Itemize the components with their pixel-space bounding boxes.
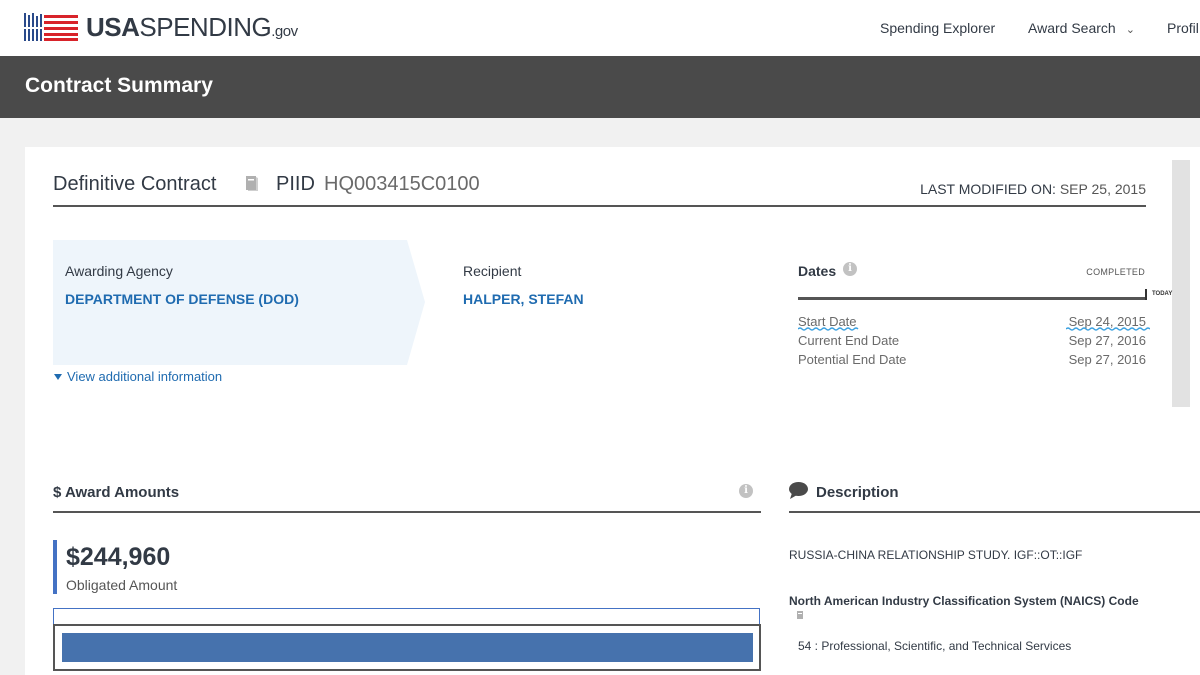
speech-bubble-icon (789, 482, 808, 499)
date-label: Current End Date (798, 333, 900, 348)
page-title-bar: Contract Summary (0, 56, 1200, 118)
award-amount-bar-fill (62, 633, 753, 662)
naics-label: North American Industry Classification S… (789, 594, 1139, 608)
obligated-amount-label: Obligated Amount (66, 577, 178, 593)
description-header: Description (789, 478, 1200, 513)
last-modified-label: LAST MODIFIED ON: (920, 181, 1056, 197)
award-header: Definitive Contract PIID HQ003415C0100 L… (53, 170, 1146, 207)
obligated-amount-value: $244,960 (66, 543, 171, 571)
timeline-today-label: TODAY (1152, 291, 1173, 297)
view-additional-info-toggle[interactable]: View additional information (53, 369, 222, 384)
triangle-down-icon (54, 374, 62, 381)
last-modified-value: SEP 25, 2015 (1059, 181, 1146, 197)
awarding-agency-label: Awarding Agency (65, 263, 173, 279)
piid-label: PIID (276, 173, 315, 195)
date-value: Sep 27, 2016 (1068, 352, 1146, 367)
awarding-agency-link[interactable]: DEPARTMENT OF DEFENSE (DOD) (65, 291, 299, 307)
description-title: Description (816, 484, 899, 501)
award-amounts-header: $ Award Amounts i (53, 478, 761, 513)
description-text: RUSSIA-CHINA RELATIONSHIP STUDY. IGF::OT… (789, 548, 1083, 562)
top-navigation: USASPENDING.gov Spending Explorer Award … (0, 0, 1200, 56)
chevron-down-icon: ⌄ (1125, 24, 1135, 36)
last-modified: LAST MODIFIED ON: SEP 25, 2015 (920, 181, 1146, 197)
date-label: Potential End Date (798, 352, 907, 367)
book-icon[interactable] (244, 174, 260, 192)
recipient-label: Recipient (463, 263, 522, 279)
page-title: Contract Summary (25, 74, 213, 97)
book-icon[interactable] (796, 610, 805, 620)
dates-status: COMPLETED (1086, 267, 1145, 277)
obligated-amount-block: $244,960 Obligated Amount (53, 540, 253, 594)
recipient-link[interactable]: HALPER, STEFAN (463, 291, 584, 307)
piid-value: HQ003415C0100 (324, 173, 480, 195)
date-row-current-end: Current End Date Sep 27, 2016 (798, 333, 1146, 351)
scrollbar[interactable] (1172, 160, 1190, 407)
naics-value: 54 : Professional, Scientific, and Techn… (798, 639, 1072, 653)
nav-profiles[interactable]: Profil (1167, 20, 1199, 36)
nav-spending-explorer[interactable]: Spending Explorer (880, 20, 995, 36)
nav-award-search-label: Award Search (1028, 20, 1116, 36)
award-amounts-title: $ Award Amounts (53, 484, 180, 501)
award-type: Definitive Contract (53, 173, 217, 195)
info-icon[interactable]: i (739, 484, 753, 498)
spellcheck-underline (798, 327, 859, 331)
nav-award-search[interactable]: Award Search ⌄ (1028, 20, 1135, 36)
timeline-today-marker (1145, 289, 1147, 300)
dates-title: Dates (798, 263, 837, 279)
usaspending-logo[interactable]: USASPENDING.gov (24, 12, 298, 42)
usa-flag-logo-icon (24, 13, 78, 41)
award-amount-bar[interactable] (53, 624, 761, 671)
date-timeline-bar (798, 297, 1146, 300)
info-icon[interactable]: i (843, 262, 857, 276)
logo-wordmark: USASPENDING.gov (86, 11, 298, 42)
spellcheck-underline (1066, 327, 1150, 331)
view-additional-info-label: View additional information (67, 369, 223, 384)
date-value: Sep 27, 2016 (1068, 333, 1146, 348)
date-row-potential-end: Potential End Date Sep 27, 2016 (798, 352, 1146, 370)
